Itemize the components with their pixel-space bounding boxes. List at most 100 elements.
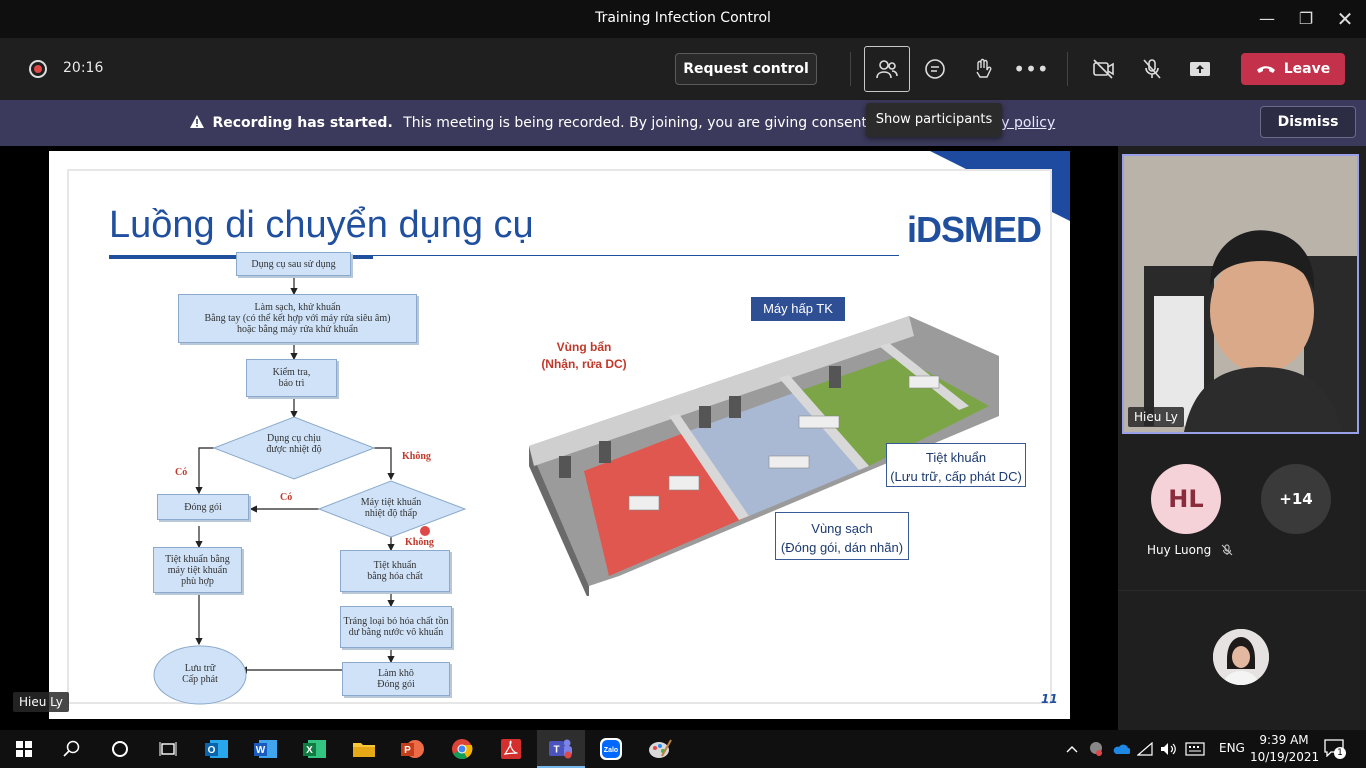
chat-button[interactable] [912,46,958,92]
task-view-button[interactable] [144,730,192,768]
camera-off-button[interactable] [1081,46,1127,92]
cortana-button[interactable] [96,730,144,768]
slide-page-number: 11 [1041,692,1058,706]
flow-decision-heat-tolerant: Dụng cụ chịu được nhiệt độ [266,433,322,455]
share-button[interactable] [1177,46,1223,92]
svg-text:Zalo: Zalo [604,747,618,754]
banner-message: Recording has started. This meeting is b… [190,115,974,131]
svg-text:T: T [553,745,559,756]
recording-icon [29,60,47,78]
search-button[interactable] [48,730,96,768]
presenter-name-tag: Hieu Ly [13,692,69,712]
chevron-up-icon[interactable] [1066,745,1078,753]
taskbar-outlook[interactable]: O [193,730,241,768]
word-icon: W [254,740,277,758]
request-control-button[interactable]: Request control [675,53,817,85]
taskbar-zalo[interactable]: Zalo [587,730,635,768]
search-icon [63,740,80,757]
excel-icon: X [303,740,326,758]
notification-center[interactable]: 1 [1324,739,1346,759]
participants-icon [876,60,898,79]
slide-frame: Luồng di chuyển dụng cụ iDSMED Dụng cụ s… [67,169,1058,706]
network-icon[interactable] [1137,742,1153,756]
leave-button[interactable]: Leave [1241,53,1345,85]
mic-off-icon [1221,544,1233,556]
zalo-icon: Zalo [600,738,622,760]
folder-icon [353,743,375,757]
flow-step-inspection: Kiểm tra, bảo trì [246,359,337,397]
svg-text:O: O [208,745,216,756]
taskbar-teams[interactable]: T [537,730,585,768]
recording-banner: Recording has started. This meeting is b… [0,100,1366,146]
cortana-icon [112,741,128,757]
avatar[interactable]: HL [1151,464,1221,534]
clean-zone-callout: Vùng sạch (Đóng gói, dán nhãn) [775,512,909,560]
onedrive-icon[interactable] [1112,743,1130,755]
flow-step-cleaning: Làm sạch, khử khuẩn Bằng tay (có thể kết … [178,294,417,343]
self-photo [1213,629,1269,685]
flow-step-chemical-sterilize: Tiệt khuẩn bằng hóa chất [340,550,450,592]
warning-icon [190,115,204,128]
participant-name-tag: Hieu Ly [1128,407,1184,427]
taskbar-word[interactable]: W [242,730,290,768]
flow-label-yes: Có [280,492,293,503]
more-actions-icon[interactable]: ••• [1008,46,1054,92]
camera-off-icon [1093,59,1114,79]
reactions-button[interactable] [960,46,1006,92]
sterile-zone-callout: Tiệt khuẩn (Lưu trữ, cấp phát DC) [886,443,1026,487]
mic-off-icon [1143,59,1161,79]
hang-up-icon [1256,66,1275,73]
participants-tooltip: Show participants [866,103,1002,137]
vpn-icon[interactable] [1087,741,1105,757]
taskbar-paint[interactable] [636,730,684,768]
taskbar-acrobat[interactable] [487,730,535,768]
keyboard-icon[interactable] [1185,742,1205,756]
taskbar-powerpoint[interactable]: P [389,730,437,768]
dirty-zone-label: Vùng bẩn (Nhận, rửa DC) [541,340,627,371]
leave-label: Leave [1283,61,1331,77]
self-view-avatar[interactable] [1213,629,1269,685]
svg-text:W: W [256,745,266,756]
participant-video[interactable] [1122,154,1359,434]
panel-divider [1118,590,1366,591]
participants-button[interactable] [864,46,910,92]
windows-icon [16,741,32,757]
clock-time[interactable]: 9:39 AM [1256,733,1312,747]
clock-date[interactable]: 10/19/2021 [1250,750,1319,764]
flow-step-rinse: Tráng loại bỏ hóa chất tồn dư bằng nước v… [340,606,452,648]
taskbar-excel[interactable]: X [291,730,339,768]
taskbar-chrome[interactable] [438,730,486,768]
dismiss-button[interactable]: Dismiss [1260,106,1356,138]
flow-decision-low-temp: Máy tiệt khuẩn nhiệt độ thấp [360,497,422,519]
chat-icon [925,59,945,79]
powerpoint-icon: P [401,740,424,758]
outlook-icon: O [205,740,228,758]
more-participants-button[interactable]: +14 [1261,464,1331,534]
pointer-dot [420,526,430,536]
shared-slide: Luồng di chuyển dụng cụ iDSMED Dụng cụ s… [49,151,1070,719]
idsmed-logo: iDSMED [907,209,1042,250]
share-screen-icon [1190,62,1210,76]
language-indicator[interactable]: ENG [1219,741,1245,755]
acrobat-icon [501,739,521,759]
notification-badge: 1 [1334,747,1346,759]
teams-icon: T [549,739,572,759]
flow-step-storage: Lưu trữ Cấp phát [182,663,218,685]
participant-video-feed [1124,156,1357,432]
raise-hand-icon [976,58,992,78]
volume-icon[interactable] [1160,742,1178,756]
mute-button[interactable] [1129,46,1175,92]
flow-step-machine-sterilize: Tiệt khuẩn bằng máy tiệt khuẩn phù hợp [153,547,242,593]
taskbar-file-explorer[interactable] [340,730,388,768]
close-icon[interactable]: ✕ [1322,0,1366,38]
autoclave-callout: Máy hấp TK [751,297,845,321]
meeting-toolbar: 20:16 Request control ••• Leave [0,38,1366,100]
svg-text:P: P [404,745,411,756]
flow-label-no: Không [405,537,434,548]
chrome-icon [452,739,473,760]
start-button[interactable] [0,730,48,768]
toolbar-divider [850,52,851,86]
title-bar: Training Infection Control — ❐ ✕ [0,0,1366,38]
flow-label-yes: Có [175,467,188,478]
task-view-icon [159,742,177,756]
